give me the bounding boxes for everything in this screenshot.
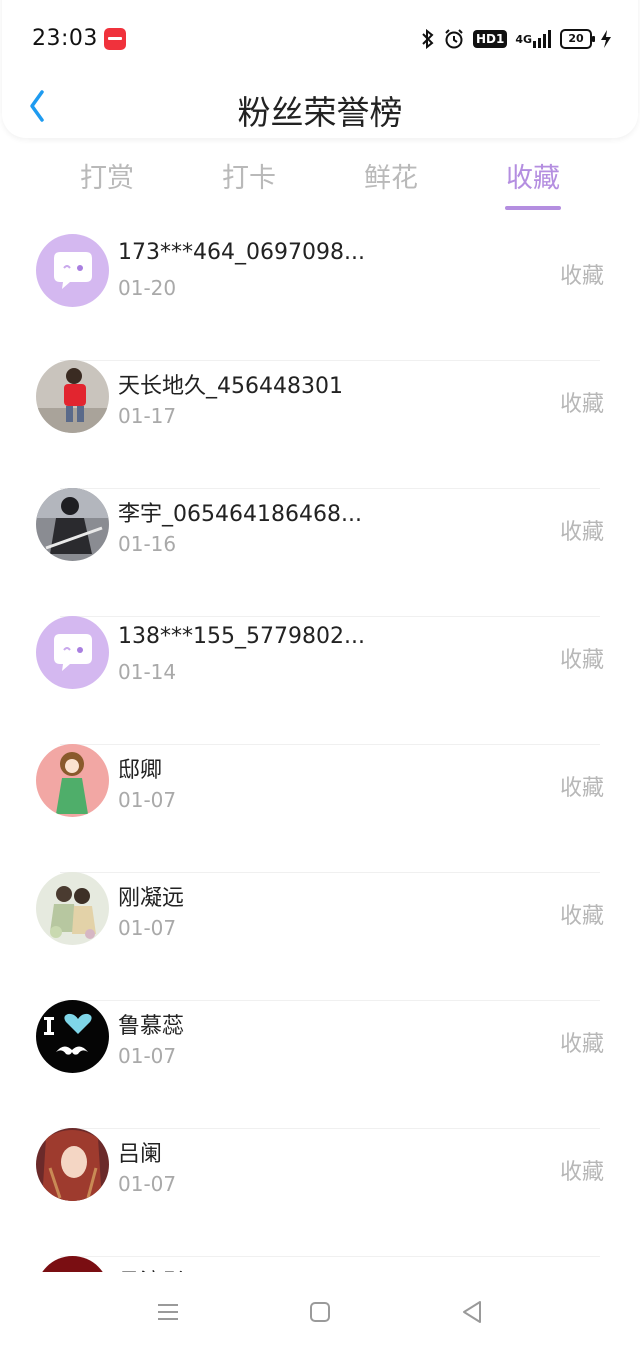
tab-label: 打赏 [80, 163, 134, 194]
page-header: 粉丝荣誉榜 [0, 80, 640, 140]
fan-name: 邸卿 [118, 758, 163, 783]
avatar [36, 1128, 109, 1201]
heart-mustache-icon [36, 1000, 109, 1073]
user-illustration-icon [36, 1128, 109, 1201]
avatar [36, 1256, 109, 1272]
favorite-action[interactable]: 收藏 [560, 1026, 604, 1058]
fan-date: 01-17 [118, 404, 177, 428]
back-triangle-icon [463, 1301, 481, 1323]
alarm-icon [443, 28, 465, 50]
fan-date: 01-07 [118, 1172, 177, 1196]
active-tab-indicator [505, 206, 561, 210]
tab-label: 收藏 [506, 163, 560, 194]
divider [60, 616, 600, 617]
list-item[interactable]: 刚凝远 01-07 收藏 [0, 872, 640, 1000]
favorite-action[interactable]: 收藏 [560, 770, 604, 802]
status-bar: 23:03 HD1 4G 20 [0, 0, 640, 80]
divider [60, 1128, 600, 1129]
fan-name: 吕阑 [118, 1142, 163, 1167]
fan-date: 01-14 [118, 660, 177, 684]
fan-date: 01-07 [118, 916, 177, 940]
menu-icon [158, 1304, 178, 1320]
avatar [36, 744, 109, 817]
favorite-action[interactable]: 收藏 [560, 898, 604, 930]
home-button[interactable] [306, 1298, 334, 1326]
app-notification-icon [104, 28, 126, 50]
tab-flowers[interactable]: 鲜花 [320, 156, 462, 195]
chat-bubble-icon [36, 616, 109, 689]
list-item[interactable]: 李宇_065464186468... 01-16 收藏 [0, 488, 640, 616]
favorite-action[interactable]: 收藏 [560, 514, 604, 546]
chat-bubble-icon [36, 234, 109, 307]
user-photo-icon [36, 360, 109, 433]
favorite-action[interactable]: 收藏 [560, 386, 604, 418]
hd-voice-icon: HD1 [472, 30, 508, 48]
tab-checkin[interactable]: 打卡 [178, 156, 320, 195]
user-illustration-icon [36, 872, 109, 945]
system-nav-bar [0, 1272, 640, 1351]
avatar [36, 234, 109, 307]
fan-date: 01-20 [118, 276, 177, 300]
list-item[interactable]: 吕阑 01-07 收藏 [0, 1128, 640, 1256]
home-square-icon [310, 1302, 330, 1322]
tab-favorites[interactable]: 收藏 [462, 156, 604, 210]
tab-bar: 打赏 打卡 鲜花 收藏 [0, 156, 640, 216]
menu-button[interactable] [154, 1298, 182, 1326]
divider [60, 360, 600, 361]
avatar [36, 872, 109, 945]
tab-label: 鲜花 [364, 163, 418, 194]
fan-name: 173***464_0697098... [118, 240, 365, 265]
favorite-action[interactable]: 收藏 [560, 1154, 604, 1186]
user-photo-icon [36, 488, 109, 561]
back-nav-button[interactable] [458, 1298, 486, 1326]
bluetooth-icon [421, 29, 435, 49]
tab-label: 打卡 [222, 163, 276, 194]
divider [60, 744, 600, 745]
user-illustration-icon [36, 744, 109, 817]
fan-name: 李宇_065464186468... [118, 502, 362, 527]
charging-icon [600, 29, 612, 49]
list-item[interactable]: 173***464_0697098... 01-20 收藏 [0, 232, 640, 360]
avatar [36, 360, 109, 433]
favorite-action[interactable]: 收藏 [560, 642, 604, 674]
battery-icon: 20 [560, 29, 595, 49]
divider [60, 872, 600, 873]
list-item[interactable]: 天长地久_456448301 01-17 收藏 [0, 360, 640, 488]
fan-date: 01-16 [118, 532, 177, 556]
list-item[interactable]: 138***155_5779802... 01-14 收藏 [0, 616, 640, 744]
tab-tip[interactable]: 打赏 [36, 156, 178, 195]
favorite-action[interactable]: 收藏 [560, 258, 604, 290]
fan-date: 01-07 [118, 1044, 177, 1068]
fan-list[interactable]: 173***464_0697098... 01-20 收藏 天长地久_45644… [0, 232, 640, 1272]
fan-name: 138***155_5779802... [118, 624, 365, 649]
divider [60, 1256, 600, 1257]
list-item[interactable]: 鲁慕蕊 01-07 收藏 [0, 1000, 640, 1128]
fan-name: 刚凝远 [118, 886, 185, 911]
avatar [36, 616, 109, 689]
list-item[interactable]: 邸卿 01-07 收藏 [0, 744, 640, 872]
fan-name: 天长地久_456448301 [118, 374, 343, 399]
user-photo-icon [36, 1256, 109, 1272]
network-type: 4G [515, 32, 532, 46]
status-icons: HD1 4G 20 [421, 26, 612, 52]
signal-icon: 4G [515, 29, 552, 49]
status-time: 23:03 [32, 26, 98, 51]
fan-name: 吕流彤 [118, 1264, 184, 1272]
list-item[interactable]: 吕流彤 [0, 1256, 640, 1272]
divider [60, 488, 600, 489]
page-title: 粉丝荣誉榜 [237, 93, 403, 132]
fan-name: 鲁慕蕊 [118, 1014, 185, 1039]
avatar [36, 488, 109, 561]
fan-date: 01-07 [118, 788, 177, 812]
divider [60, 1000, 600, 1001]
avatar [36, 1000, 109, 1073]
